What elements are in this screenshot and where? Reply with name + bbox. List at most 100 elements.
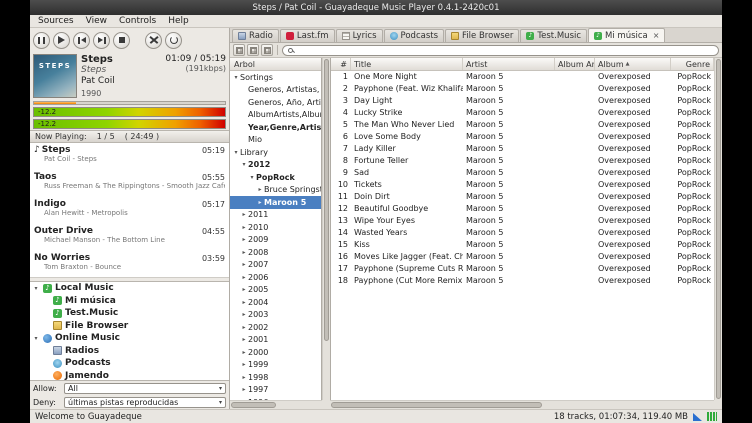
equalizer-indicator-icon[interactable]	[707, 412, 717, 421]
expander-closed-icon[interactable]: ▸	[240, 374, 248, 381]
tree-horizontal-scrollbar[interactable]	[230, 400, 322, 409]
tree-node-bruce-springsteen[interactable]: ▸Bruce Springsteen	[230, 184, 321, 197]
tree-node-library[interactable]: ▾Library	[230, 146, 321, 159]
table-row[interactable]: 8Fortune TellerMaroon 5OverexposedPopRoc…	[331, 155, 714, 167]
playlist-item[interactable]: Outer Drive04:55Michael Manson - The Bot…	[30, 224, 229, 251]
table-vertical-scrollbar[interactable]	[714, 58, 722, 400]
previous-button[interactable]	[73, 32, 90, 49]
table-row[interactable]: 17Payphone (Supreme Cuts Remix)Maroon 5O…	[331, 263, 714, 275]
tree-node-albumartists-album[interactable]: AlbumArtists,Album	[230, 109, 321, 122]
expander-closed-icon[interactable]: ▸	[240, 211, 248, 218]
tree-node-2011[interactable]: ▸2011	[230, 209, 321, 222]
tree-node-1999[interactable]: ▸1999	[230, 359, 321, 372]
expander-closed-icon[interactable]: ▸	[256, 186, 264, 193]
tree-node-year-genre-artist-album[interactable]: Year,Genre,Artist,Album	[230, 121, 321, 134]
play-button[interactable]	[53, 32, 70, 49]
tree-node-poprock[interactable]: ▾PopRock	[230, 171, 321, 184]
expander-open-icon[interactable]: ▾	[232, 74, 240, 81]
tree-node-2007[interactable]: ▸2007	[230, 259, 321, 272]
expander-closed-icon[interactable]: ▸	[240, 286, 248, 293]
table-row[interactable]: 6Love Some BodyMaroon 5OverexposedPopRoc…	[331, 131, 714, 143]
source-item-jamendo[interactable]: Jamendo	[30, 370, 229, 382]
tree-node-2009[interactable]: ▸2009	[230, 234, 321, 247]
table-row[interactable]: 15KissMaroon 5OverexposedPopRock	[331, 239, 714, 251]
expander-closed-icon[interactable]: ▸	[240, 236, 248, 243]
expander-closed-icon[interactable]: ▸	[240, 274, 248, 281]
tree-node-1998[interactable]: ▸1998	[230, 371, 321, 384]
tree-node-2004[interactable]: ▸2004	[230, 296, 321, 309]
column-header-album-artist[interactable]: Album Artist	[555, 58, 595, 70]
deny-filter-select[interactable]: últimas pistas reproducidas ▾	[64, 397, 226, 408]
expander-closed-icon[interactable]: ▸	[240, 361, 248, 368]
table-row[interactable]: 18Payphone (Cut More Remix)Maroon 5Overe…	[331, 275, 714, 287]
source-item-podcasts[interactable]: Podcasts	[30, 357, 229, 370]
tree-node-2012[interactable]: ▾2012	[230, 159, 321, 172]
table-row[interactable]: 5The Man Who Never LiedMaroon 5Overexpos…	[331, 119, 714, 131]
source-item-online-music[interactable]: ▾Online Music	[30, 332, 229, 345]
artist-view-button[interactable]	[247, 44, 259, 56]
album-view-button[interactable]	[261, 44, 273, 56]
tree-vertical-scrollbar-thumb[interactable]	[324, 59, 329, 341]
tree-node-2006[interactable]: ▸2006	[230, 271, 321, 284]
volume-indicator-icon[interactable]	[693, 413, 702, 421]
expander-closed-icon[interactable]: ▸	[240, 299, 248, 306]
tab-close-icon[interactable]: ×	[653, 31, 660, 40]
title-bar[interactable]: Steps / Pat Coil - Guayadeque Music Play…	[30, 0, 722, 15]
playlist-item[interactable]: No Worries03:59Tom Braxton - Bounce	[30, 251, 229, 277]
tab-test-music[interactable]: ♪Test.Music	[520, 29, 587, 42]
playlist-item[interactable]: ♪Steps05:19Pat Coil - Steps	[30, 143, 229, 170]
table-row[interactable]: 16Moves Like Jagger (Feat. Christina AgM…	[331, 251, 714, 263]
expander-closed-icon[interactable]: ▸	[240, 386, 248, 393]
playlist-item[interactable]: Taos05:55Russ Freeman & The Rippingtons …	[30, 170, 229, 197]
tree-node-2010[interactable]: ▸2010	[230, 221, 321, 234]
expander-open-icon[interactable]: ▾	[240, 161, 248, 168]
stop-button[interactable]	[113, 32, 130, 49]
expander-closed-icon[interactable]: ▸	[240, 261, 248, 268]
menu-item-help[interactable]: Help	[162, 16, 195, 26]
tree-node-2001[interactable]: ▸2001	[230, 334, 321, 347]
source-item-local-music[interactable]: ▾♪Local Music	[30, 282, 229, 295]
table-vertical-scrollbar-thumb[interactable]	[716, 59, 721, 399]
source-item-radios[interactable]: Radios	[30, 345, 229, 358]
playlist-item[interactable]: Indigo05:17Alan Hewitt - Metropolis	[30, 197, 229, 224]
column-header-title[interactable]: Title	[351, 58, 463, 70]
pause-button[interactable]	[33, 32, 50, 49]
table-row[interactable]: 1One More NightMaroon 5OverexposedPopRoc…	[331, 71, 714, 83]
tree-node-sortings[interactable]: ▾Sortings	[230, 71, 321, 84]
album-art[interactable]: STEPS	[33, 54, 77, 98]
shuffle-button[interactable]	[145, 32, 162, 49]
tab-radio[interactable]: Radio	[232, 29, 279, 42]
tab-mi-música[interactable]: ♪Mi música×	[588, 28, 665, 42]
tree-node-2002[interactable]: ▸2002	[230, 321, 321, 334]
column-header-num[interactable]: #	[331, 58, 351, 70]
expander-closed-icon[interactable]: ▸	[240, 311, 248, 318]
tab-lyrics[interactable]: Lyrics	[336, 29, 383, 42]
tab-file-browser[interactable]: File Browser	[445, 29, 519, 42]
search-input[interactable]	[297, 45, 713, 56]
search-box[interactable]	[282, 45, 719, 56]
genre-view-button[interactable]	[233, 44, 245, 56]
expander-open-icon[interactable]: ▾	[32, 285, 40, 292]
table-row[interactable]: 3Day LightMaroon 5OverexposedPopRock	[331, 95, 714, 107]
expander-open-icon[interactable]: ▾	[248, 174, 256, 181]
source-item-test-music[interactable]: ♪Test.Music	[30, 307, 229, 320]
repeat-button[interactable]	[165, 32, 182, 49]
tree-node-mio[interactable]: Mio	[230, 134, 321, 147]
expander-closed-icon[interactable]: ▸	[240, 249, 248, 256]
table-row[interactable]: 2Payphone (Feat. Wiz Khalifa)Maroon 5Ove…	[331, 83, 714, 95]
column-header-genre[interactable]: Genre	[671, 58, 714, 70]
tree-column-header[interactable]: Arbol	[230, 58, 321, 71]
tree-vertical-scrollbar[interactable]	[322, 58, 330, 400]
table-horizontal-scrollbar[interactable]	[330, 400, 714, 409]
table-row[interactable]: 13Wipe Your EyesMaroon 5OverexposedPopRo…	[331, 215, 714, 227]
menu-item-sources[interactable]: Sources	[32, 16, 80, 26]
expander-closed-icon[interactable]: ▸	[256, 199, 264, 206]
source-item-mi-música[interactable]: ♪Mi música	[30, 295, 229, 308]
table-row[interactable]: 4Lucky StrikeMaroon 5OverexposedPopRock	[331, 107, 714, 119]
expander-closed-icon[interactable]: ▸	[240, 324, 248, 331]
table-row[interactable]: 7Lady KillerMaroon 5OverexposedPopRock	[331, 143, 714, 155]
expander-closed-icon[interactable]: ▸	[240, 336, 248, 343]
table-horizontal-scrollbar-thumb[interactable]	[331, 402, 542, 408]
allow-filter-select[interactable]: All ▾	[64, 383, 226, 394]
expander-closed-icon[interactable]: ▸	[240, 224, 248, 231]
